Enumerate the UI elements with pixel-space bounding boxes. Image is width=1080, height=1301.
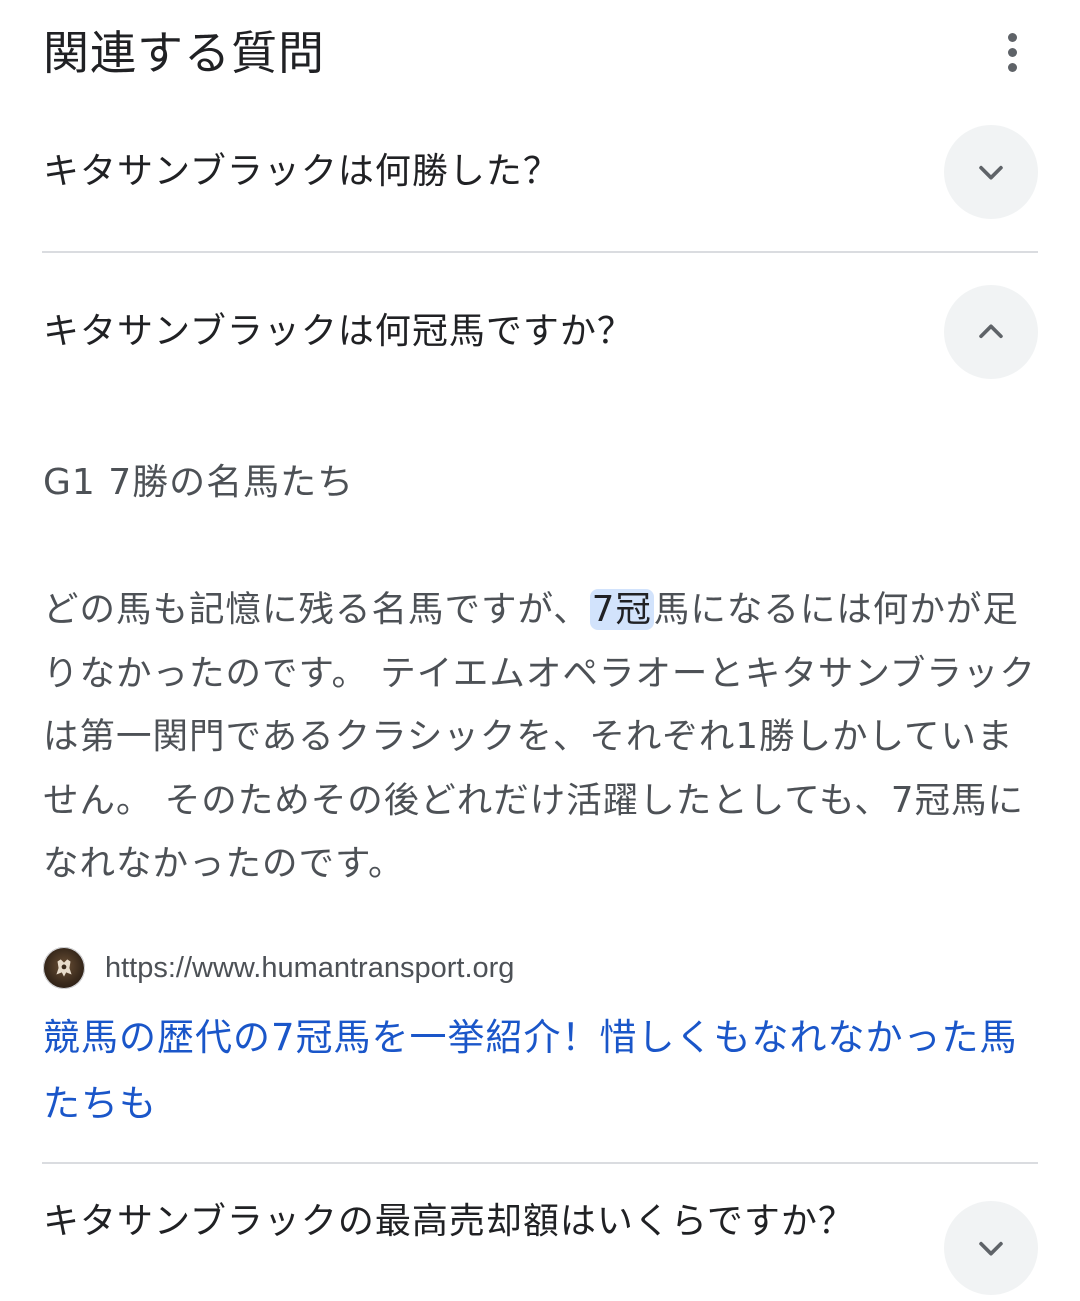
expand-button[interactable] [944, 1201, 1038, 1295]
answer-snippet: どの馬も記憶に残る名馬ですが、7冠馬になるには何かが足りなかったのです。 テイエ… [43, 578, 1040, 896]
question-item[interactable]: キタサンブラックは何勝した？ [43, 144, 1038, 204]
divider [42, 1162, 1038, 1164]
divider [42, 251, 1038, 253]
site-favicon [43, 947, 85, 989]
source-title-link[interactable]: 競馬の歴代の7冠馬を一挙紹介！惜しくもなれなかった馬たちも [43, 1005, 1040, 1137]
collapse-button[interactable] [944, 285, 1038, 379]
chevron-down-icon [979, 1241, 1003, 1256]
snippet-highlight: 7冠 [589, 589, 654, 630]
chevron-down-icon [979, 165, 1003, 180]
more-vert-icon[interactable] [992, 30, 1032, 80]
source-url[interactable]: https://www.humantransport.org [105, 952, 514, 985]
source-link[interactable]: https://www.humantransport.org [43, 945, 514, 991]
section-title: 関連する質問 [43, 26, 325, 80]
snippet-text: 馬になるには何かが足りなかったのです。 テイエムオペラオーとキタサンブラックは第… [43, 589, 1036, 884]
question-text: キタサンブラックは何冠馬ですか？ [43, 311, 634, 352]
question-text: キタサンブラックは何勝した？ [43, 151, 560, 192]
snippet-text: どの馬も記憶に残る名馬ですが、 [43, 589, 590, 630]
question-item[interactable]: キタサンブラックは何冠馬ですか？ [43, 304, 1038, 364]
question-text: キタサンブラックの最高売却額はいくらですか？ [43, 1201, 855, 1242]
chevron-up-icon [979, 324, 1003, 339]
answer-heading: G1 7勝の名馬たち [43, 462, 355, 503]
expand-button[interactable] [944, 125, 1038, 219]
question-item[interactable]: キタサンブラックの最高売却額はいくらですか？ [43, 1195, 880, 1249]
related-questions-header: 関連する質問 [43, 22, 1050, 92]
